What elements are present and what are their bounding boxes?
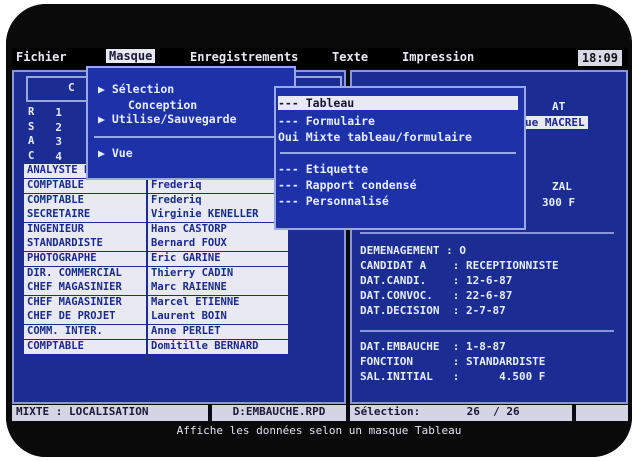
screen: Fichier Masque Enregistrements Texte Imp… <box>6 4 632 457</box>
cell-name: Frederiq <box>148 193 288 208</box>
status-extra <box>576 405 628 421</box>
form-field: FONCTION : STANDARDISTE <box>360 355 546 368</box>
cell-function: CHEF DE PROJET <box>24 310 146 325</box>
cell-name: Eric GARINE <box>148 252 288 266</box>
form-field: SAL.INITIAL : 4.500 F <box>360 370 546 383</box>
menu-item-selection[interactable]: ▶ Sélection <box>98 82 174 96</box>
menu-item-label: Sélection <box>111 82 175 96</box>
row-number: 3 <box>55 135 62 149</box>
cell-name: Marc RAIENNE <box>148 281 288 296</box>
cell-name: Marcel ETIENNE <box>148 295 288 310</box>
menu-separator <box>94 136 284 138</box>
menu-item-vue[interactable]: ▶ Vue <box>98 146 133 160</box>
cell-function: PHOTOGRAPHE <box>24 252 146 266</box>
cell-function: CHEF MAGASINIER <box>24 281 146 296</box>
row-number: 1 <box>55 106 62 119</box>
menu-impression[interactable]: Impression <box>402 50 474 64</box>
menu-item-label: Vue <box>111 146 133 160</box>
cell-function: R <box>28 106 35 118</box>
cell-name: Virginie KENELLER <box>148 208 288 223</box>
cell-name: Domitille BERNARD <box>148 339 288 354</box>
form-field: DAT.EMBAUCHE : 1-8-87 <box>360 340 506 353</box>
submenu-separator <box>280 152 516 154</box>
submenu-item-rapport-condense[interactable]: --- Rapport condensé <box>278 178 417 192</box>
cell-name: Hans CASTORP <box>148 222 288 237</box>
form-field: DEMENAGEMENT : O <box>360 244 466 257</box>
submenu-item-etiquette[interactable]: --- Etiquette <box>278 162 368 176</box>
form-field: DAT.DECISION : 2-7-87 <box>360 304 506 317</box>
cell-function: STANDARDISTE <box>24 237 146 252</box>
status-mode: MIXTE : LOCALISATION <box>12 405 208 421</box>
cell-function: INGENIEUR <box>24 222 146 237</box>
cell-name: Laurent BOIN <box>148 310 288 325</box>
form-separator <box>360 330 614 332</box>
cell-function: C <box>28 149 35 162</box>
cell-function: COMPTABLE <box>24 179 146 193</box>
form-line-highlighted[interactable]: ue MACREL <box>522 116 588 129</box>
form-field: CANDIDAT A : RECEPTIONNISTE <box>360 259 559 272</box>
form-field: DAT.CANDI. : 12-6-87 <box>360 274 513 287</box>
menu-fichier[interactable]: Fichier <box>16 50 67 64</box>
cell-function: COMM. INTER. <box>24 325 146 339</box>
cell-function: DIR. COMMERCIAL <box>24 266 146 281</box>
menu-item-label: Utilise/Sauvegarde <box>111 112 237 126</box>
crt-monitor: Fichier Masque Enregistrements Texte Imp… <box>6 4 632 457</box>
submenu-item-formulaire[interactable]: --- Formulaire <box>278 114 375 128</box>
cell-name: Frederiq <box>148 179 288 193</box>
cell-function: COMPTABLE <box>24 339 146 354</box>
menu-bar: Fichier Masque Enregistrements Texte Imp… <box>12 48 628 68</box>
status-file: D:EMBAUCHE.RPD <box>212 405 346 421</box>
menu-item-conception[interactable]: Conception <box>128 98 197 112</box>
cell-function: A <box>28 135 35 148</box>
table-row-partial[interactable]: A <box>24 135 34 149</box>
help-line: Affiche les données selon un masque Tabl… <box>176 424 462 437</box>
form-line: ZAL <box>552 180 572 193</box>
form-line: AT <box>552 100 566 113</box>
status-selection: Sélection: 26 / 26 <box>350 405 572 421</box>
cell-function: S <box>28 120 35 133</box>
cell-name: Thierry CADIN <box>148 266 288 281</box>
vue-submenu: --- Tableau --- Formulaire Oui Mixte tab… <box>274 86 526 230</box>
cell-function: SECRETAIRE <box>24 208 146 223</box>
table-row-partial[interactable]: R <box>24 106 34 120</box>
submenu-arrow-icon: ▶ <box>98 112 105 126</box>
submenu-arrow-icon: ▶ <box>98 82 105 96</box>
cell-name: Bernard FOUX <box>148 237 288 252</box>
submenu-item-personnalise[interactable]: --- Personnalisé <box>278 194 389 208</box>
status-bar: MIXTE : LOCALISATION D:EMBAUCHE.RPD Séle… <box>12 404 628 422</box>
menu-masque[interactable]: Masque <box>106 49 156 63</box>
menu-item-utilise-sauvegarde[interactable]: ▶ Utilise/Sauvegarde <box>98 112 237 126</box>
menu-texte[interactable]: Texte <box>332 50 368 64</box>
submenu-item-mixte[interactable]: Oui Mixte tableau/formulaire <box>278 130 472 144</box>
masque-dropdown: ▶ Sélection Conception ▶ Utilise/Sauvega… <box>86 66 296 180</box>
form-field: DAT.CONVOC. : 22-6-87 <box>360 289 513 302</box>
table-row-partial[interactable]: C <box>24 150 34 164</box>
form-separator <box>360 232 614 234</box>
clock: 18:09 <box>577 50 622 66</box>
form-line: 300 F <box>542 196 576 209</box>
cell-name: Anne PERLET <box>148 325 288 339</box>
cell-function: COMPTABLE <box>24 193 146 208</box>
row-number: 4 <box>55 149 62 163</box>
submenu-item-tableau[interactable]: --- Tableau <box>278 96 518 110</box>
table-row-partial[interactable]: S <box>24 121 34 135</box>
menu-enregistrements[interactable]: Enregistrements <box>190 50 298 64</box>
row-number: 2 <box>55 120 62 134</box>
cell-function: CHEF MAGASINIER <box>24 295 146 310</box>
submenu-arrow-icon: ▶ <box>98 146 105 160</box>
table-header-letter: C <box>68 81 75 94</box>
